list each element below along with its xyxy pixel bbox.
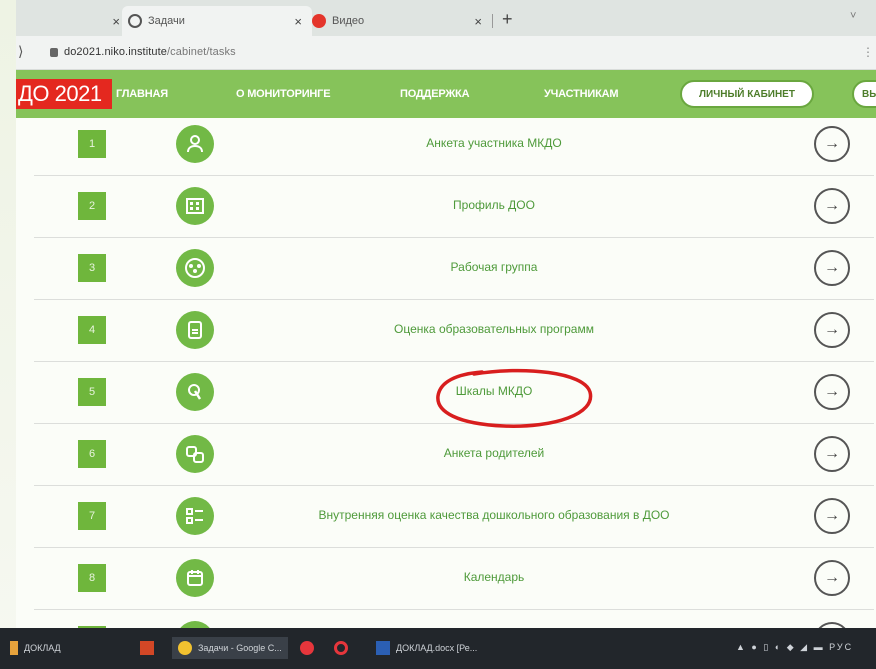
globe-icon (128, 14, 142, 28)
tab-label: Видео (332, 15, 365, 27)
group-icon (176, 249, 214, 287)
url-path: /cabinet/tasks (167, 46, 236, 58)
task-title[interactable]: Шкалы МКДО (234, 384, 754, 398)
browser-tab-tasks[interactable]: Задачи × (122, 6, 312, 36)
close-icon[interactable]: × (112, 14, 120, 29)
os-taskbar: ДОКЛАД Задачи - Google C... ДОКЛАД.docx … (0, 628, 876, 669)
word-icon (376, 641, 390, 655)
task-number: 3 (78, 254, 106, 282)
nav-about-monitoring[interactable]: О МОНИТОРИНГЕ (236, 88, 331, 100)
close-icon[interactable]: × (294, 14, 302, 29)
task-row[interactable]: 2 Профиль ДОО → (34, 176, 874, 238)
document-icon (176, 311, 214, 349)
close-icon[interactable]: × (474, 14, 482, 29)
task-number: 6 (78, 440, 106, 468)
tab-separator (492, 14, 493, 28)
arrow-right-icon[interactable]: → (814, 312, 850, 348)
task-title[interactable]: Внутренняя оценка качества дошкольного о… (234, 508, 754, 522)
family-icon (176, 435, 214, 473)
site-nav-bar: ДО 2021 ГЛАВНАЯ О МОНИТОРИНГЕ ПОДДЕРЖКА … (16, 70, 876, 118)
task-title[interactable]: Анкета родителей (234, 446, 754, 460)
opera-icon (312, 14, 326, 28)
browser-tab-1[interactable]: × (16, 6, 126, 36)
task-row[interactable]: 5 Шкалы МКДО → (34, 362, 874, 424)
browser-tab-strip: × Задачи × Видео × + ˅ (16, 0, 876, 36)
task-title[interactable]: Анкета участника МКДО (234, 136, 754, 150)
yandex-icon (300, 641, 314, 655)
chrome-icon (178, 641, 192, 655)
task-row-partial (34, 610, 874, 628)
task-title[interactable]: Календарь (234, 570, 754, 584)
language-indicator[interactable]: РУС (829, 642, 853, 652)
opera-icon (334, 641, 348, 655)
tray-icons: ▲ ● ▯ ◐ ◆ ◢ ▬ (736, 642, 830, 652)
address-bar: ⟩ do2021.niko.institute/cabinet/tasks ⋮ (16, 36, 876, 70)
calendar-icon (176, 559, 214, 597)
task-row[interactable]: 1 Анкета участника МКДО → (34, 118, 874, 176)
task-title[interactable]: Оценка образовательных программ (234, 322, 754, 336)
taskbar-yandex[interactable] (300, 641, 320, 655)
personal-cabinet-button[interactable]: ЛИЧНЫЙ КАБИНЕТ (680, 80, 814, 108)
folder-icon (10, 641, 18, 655)
taskbar-item-chrome[interactable]: Задачи - Google C... (172, 637, 288, 659)
arrow-right-icon[interactable]: → (814, 374, 850, 410)
task-number: 5 (78, 378, 106, 406)
url-field[interactable]: do2021.niko.institute/cabinet/tasks (64, 46, 236, 58)
task-number: 8 (78, 564, 106, 592)
browser-menu-icon[interactable]: ⋮ (862, 45, 874, 59)
taskbar-powerpoint[interactable] (140, 641, 160, 655)
task-number: 4 (78, 316, 106, 344)
nav-participants[interactable]: УЧАСТНИКАМ (544, 88, 619, 100)
taskbar-label: ДОКЛАД.docx [Ре... (396, 643, 478, 653)
powerpoint-icon (140, 641, 154, 655)
reload-icon[interactable]: ⟩ (18, 43, 23, 60)
system-tray[interactable]: ▲ ● ▯ ◐ ◆ ◢ ▬ РУС (736, 642, 853, 653)
arrow-right-icon[interactable]: → (814, 188, 850, 224)
task-number: 1 (78, 130, 106, 158)
arrow-right-icon[interactable]: → (814, 560, 850, 596)
tab-list-chevron-icon[interactable]: ˅ (850, 10, 856, 22)
new-tab-button[interactable]: + (502, 9, 513, 30)
arrow-right-icon[interactable]: → (814, 126, 850, 162)
nav-home[interactable]: ГЛАВНАЯ (116, 88, 168, 100)
task-row[interactable]: 4 Оценка образовательных программ → (34, 300, 874, 362)
checklist-icon (176, 497, 214, 535)
taskbar-opera[interactable] (334, 641, 354, 655)
task-row[interactable]: 7 Внутренняя оценка качества дошкольного… (34, 486, 874, 548)
task-list: 1 Анкета участника МКДО → 2 Профиль ДОО … (16, 118, 876, 628)
arrow-right-icon[interactable]: → (814, 250, 850, 286)
browser-tab-video[interactable]: Видео × (308, 6, 488, 36)
arrow-right-icon[interactable]: → (814, 436, 850, 472)
task-number: 7 (78, 502, 106, 530)
exit-button[interactable]: ВЫ (852, 80, 876, 108)
person-icon (176, 125, 214, 163)
taskbar-item-word[interactable]: ДОКЛАД.docx [Ре... (376, 641, 477, 655)
tab-label: Задачи (148, 15, 185, 27)
task-icon (176, 621, 214, 628)
site-logo[interactable]: ДО 2021 (16, 79, 112, 109)
task-row[interactable]: 6 Анкета родителей → (34, 424, 874, 486)
lock-icon (50, 48, 58, 57)
taskbar-label: Задачи - Google C... (198, 643, 282, 653)
pointer-icon (176, 373, 214, 411)
task-title[interactable]: Рабочая группа (234, 260, 754, 274)
taskbar-label: ДОКЛАД (24, 643, 61, 653)
task-title[interactable]: Профиль ДОО (234, 198, 754, 212)
task-row[interactable]: 3 Рабочая группа → (34, 238, 874, 300)
task-number: 2 (78, 192, 106, 220)
url-domain: do2021.niko.institute (64, 46, 168, 58)
taskbar-item-doc[interactable]: ДОКЛАД (10, 641, 61, 655)
task-row[interactable]: 8 Календарь → (34, 548, 874, 610)
nav-support[interactable]: ПОДДЕРЖКА (400, 88, 470, 100)
arrow-right-icon[interactable]: → (814, 498, 850, 534)
building-icon (176, 187, 214, 225)
